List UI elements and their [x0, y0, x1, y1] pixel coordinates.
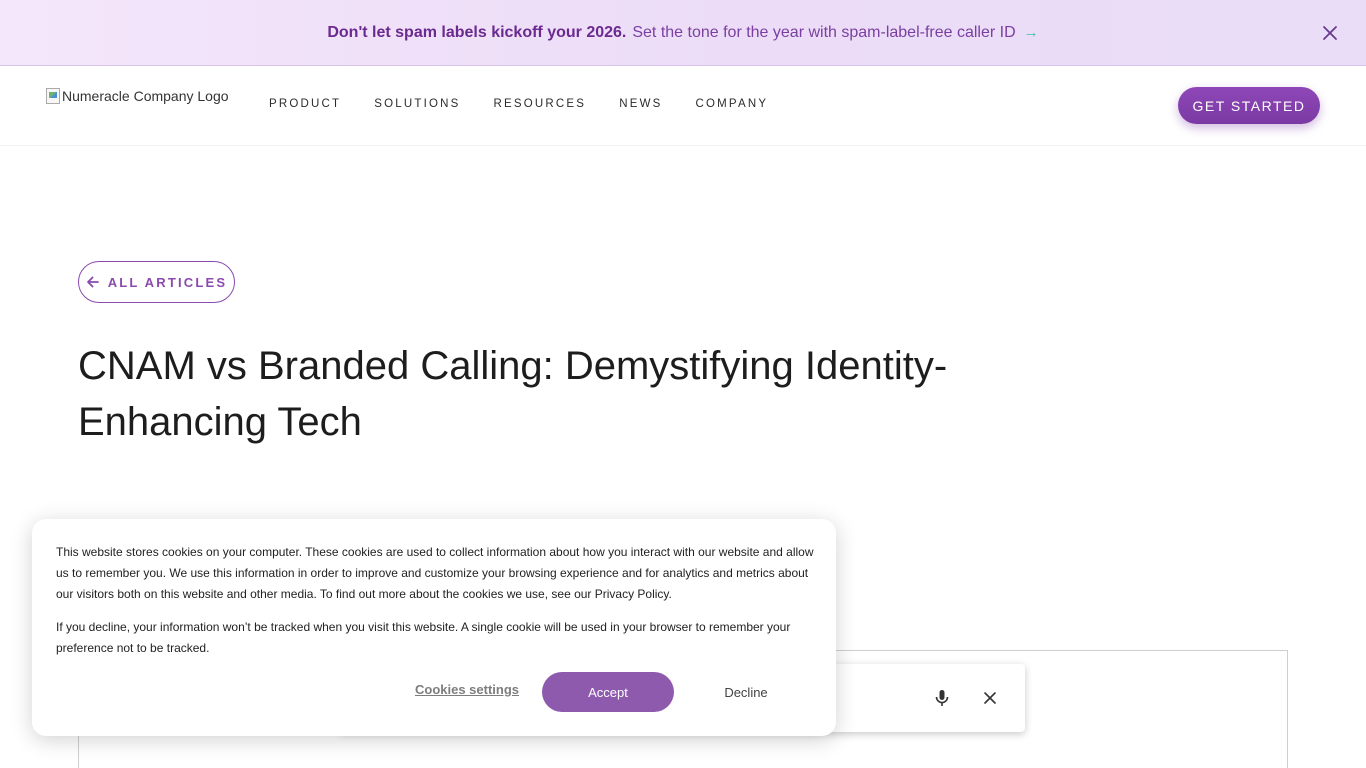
logo-alt-text: Numeracle Company Logo — [62, 88, 229, 104]
decline-cookies-button[interactable]: Decline — [692, 672, 800, 712]
arrow-left-icon — [86, 276, 99, 288]
microphone-icon[interactable] — [930, 686, 954, 710]
company-logo[interactable]: Numeracle Company Logo — [46, 88, 229, 104]
announcement-bar: Don't let spam labels kickoff your 2026.… — [0, 0, 1366, 66]
accept-cookies-button[interactable]: Accept — [542, 672, 674, 712]
announcement-link[interactable]: Don't let spam labels kickoff your 2026.… — [327, 24, 1038, 42]
announcement-text: Set the tone for the year with spam-labe… — [632, 23, 1016, 41]
close-icon[interactable] — [1320, 23, 1340, 43]
arrow-right-icon: → — [1023, 24, 1039, 41]
site-header: Numeracle Company Logo PRODUCT SOLUTIONS… — [0, 66, 1366, 146]
page-title: CNAM vs Branded Calling: Demystifying Id… — [78, 344, 948, 444]
broken-image-icon — [46, 88, 60, 104]
nav-item-news[interactable]: NEWS — [619, 98, 662, 110]
all-articles-label: ALL ARTICLES — [107, 274, 228, 290]
nav-item-solutions[interactable]: SOLUTIONS — [374, 98, 460, 110]
cookie-consent-banner: This website stores cookies on your comp… — [32, 519, 836, 736]
nav-item-resources[interactable]: RESOURCES — [494, 98, 587, 110]
announcement-headline: Don't let spam labels kickoff your 2026. — [327, 23, 627, 41]
cookie-text-secondary: If you decline, your information won’t b… — [56, 620, 791, 655]
cookie-text-primary: This website stores cookies on your comp… — [56, 545, 814, 601]
all-articles-button[interactable]: ALL ARTICLES — [78, 261, 235, 303]
close-icon[interactable] — [980, 688, 1000, 708]
nav-item-product[interactable]: PRODUCT — [269, 98, 341, 110]
cookies-settings-link[interactable]: Cookies settings — [415, 682, 519, 697]
nav-item-company[interactable]: COMPANY — [696, 98, 769, 110]
main-nav: PRODUCT SOLUTIONS RESOURCES NEWS COMPANY — [269, 98, 801, 110]
get-started-button[interactable]: GET STARTED — [1178, 87, 1320, 124]
